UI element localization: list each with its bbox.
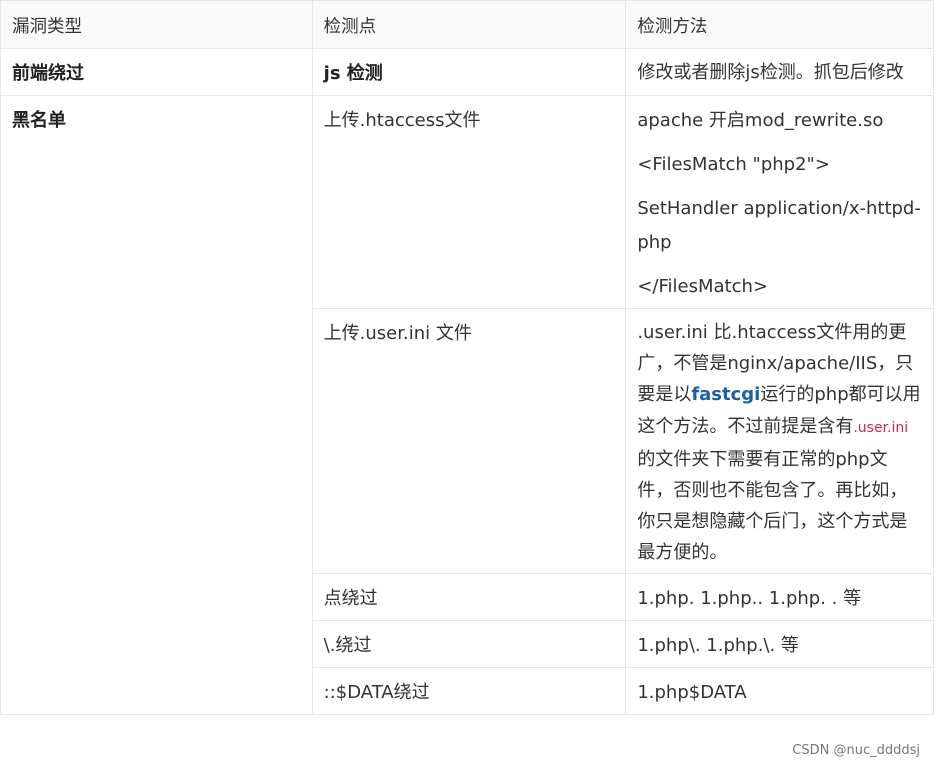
header-check-method: 检测方法 xyxy=(625,0,934,49)
check-method-cell: .user.ini 比.htaccess文件用的更广，不管是nginx/apac… xyxy=(625,308,934,574)
check-method-cell: 1.php. 1.php.. 1.php. . 等 xyxy=(625,572,934,621)
table-row: 前端绕过 js 检测 修改或者删除js检测。抓包后修改 xyxy=(0,48,934,96)
check-method-cell: 修改或者删除js检测。抓包后修改 xyxy=(625,48,934,96)
method-line: </FilesMatch> xyxy=(637,276,768,297)
method-text: 的文件夹下需要有正常的php文件，否则也不能包含了。再比如，你只是想隐藏个后门，… xyxy=(637,448,908,564)
check-point-cell: \.绕过 xyxy=(311,619,627,668)
check-point-cell: js 检测 xyxy=(311,48,627,96)
header-vuln-type: 漏洞类型 xyxy=(0,0,313,49)
user-ini-code: .user.ini xyxy=(853,419,909,436)
vuln-type-cell: 前端绕过 xyxy=(0,48,313,96)
check-point-cell: 上传.user.ini 文件 xyxy=(311,308,627,574)
check-point-cell: 点绕过 xyxy=(311,572,627,621)
vulnerability-table: 漏洞类型 检测点 检测方法 前端绕过 js 检测 修改或者删除js检测。抓包后修… xyxy=(0,0,934,715)
method-line: SetHandler application/x-httpd-php xyxy=(637,198,921,253)
method-line: <FilesMatch "php2"> xyxy=(637,154,830,175)
table-header-row: 漏洞类型 检测点 检测方法 xyxy=(0,0,934,49)
check-point-cell: ::$DATA绕过 xyxy=(311,666,627,715)
csdn-watermark: CSDN @nuc_ddddsj xyxy=(790,743,922,758)
check-method-cell: apache 开启mod_rewrite.so <FilesMatch "php… xyxy=(625,95,934,309)
check-point-cell: 上传.htaccess文件 xyxy=(311,95,627,309)
check-method-cell: 1.php\. 1.php.\. 等 xyxy=(625,619,934,668)
vuln-type-cell: 黑名单 xyxy=(0,95,313,715)
method-line: apache 开启mod_rewrite.so xyxy=(637,110,884,131)
table-row: 黑名单 上传.htaccess文件 apache 开启mod_rewrite.s… xyxy=(0,95,934,715)
header-check-point: 检测点 xyxy=(311,0,627,49)
check-method-cell: 1.php$DATA xyxy=(625,666,934,715)
fastcgi-keyword: fastcgi xyxy=(691,384,761,406)
